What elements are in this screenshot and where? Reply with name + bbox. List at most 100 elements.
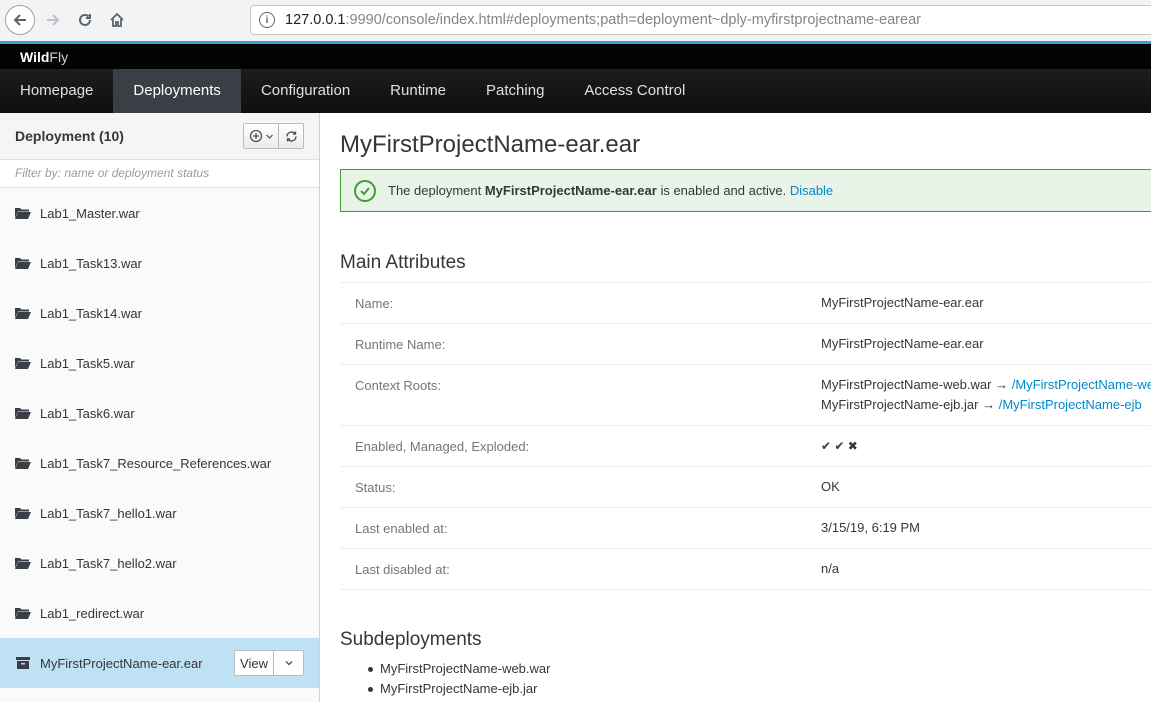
attr-value: MyFirstProjectName-ear.ear: [821, 336, 984, 351]
browser-toolbar: i 127.0.0.1:9990/console/index.html#depl…: [0, 0, 1151, 41]
attr-row-status: Status: OK: [340, 467, 1151, 508]
archive-icon: [16, 657, 30, 669]
deployment-label: Lab1_Task7_hello2.war: [40, 555, 177, 571]
folder-open-icon: [15, 308, 31, 319]
deployment-detail: MyFirstProjectName-ear.ear The deploymen…: [320, 113, 1151, 702]
address-bar[interactable]: i 127.0.0.1:9990/console/index.html#depl…: [250, 5, 1151, 35]
plus-circle-icon: [249, 129, 262, 143]
attr-value: MyFirstProjectName-ear.ear: [821, 295, 984, 310]
context-root-line: MyFirstProjectName-ejb.jar → /MyFirstPro…: [821, 395, 1151, 415]
attr-label: Name:: [355, 296, 394, 311]
deployment-item[interactable]: Lab1_Task6.war: [0, 388, 319, 438]
folder-open-icon: [15, 258, 31, 269]
attr-label: Runtime Name:: [355, 337, 446, 352]
context-module: MyFirstProjectName-web.war: [821, 377, 992, 392]
reload-icon: [79, 13, 91, 26]
view-button[interactable]: View: [234, 650, 274, 676]
reload-button[interactable]: [70, 5, 100, 35]
forward-icon: [47, 14, 60, 26]
attr-row-name: Name: MyFirstProjectName-ear.ear: [340, 283, 1151, 324]
attr-value: 3/15/19, 6:19 PM: [821, 520, 921, 535]
alert-suffix: is enabled and active.: [656, 183, 790, 198]
attr-label: Enabled, Managed, Exploded:: [355, 439, 530, 454]
disable-link[interactable]: Disable: [790, 183, 833, 198]
flags-icons: ✔ ✔ ✖: [821, 439, 858, 453]
info-icon[interactable]: i: [259, 12, 275, 28]
context-root-link[interactable]: /MyFirstProjectName-web: [1012, 377, 1151, 392]
deployment-label: Lab1_Master.war: [40, 205, 140, 221]
forward-button[interactable]: [38, 5, 68, 35]
context-module: MyFirstProjectName-ejb.jar: [821, 397, 979, 412]
subdeployment-item: MyFirstProjectName-web.war: [368, 659, 550, 679]
attr-label: Context Roots:: [355, 378, 441, 393]
deployment-label: Lab1_Task7_hello1.war: [40, 505, 177, 521]
folder-open-icon: [15, 408, 31, 419]
nav-deployments[interactable]: Deployments: [113, 69, 241, 113]
check-circle-icon: [354, 179, 376, 202]
folder-open-icon: [15, 558, 31, 569]
nav-runtime[interactable]: Runtime: [370, 69, 466, 113]
sidebar-header: Deployment (10): [0, 113, 319, 160]
deployment-item[interactable]: Lab1_Master.war: [0, 188, 319, 238]
attr-value: n/a: [821, 561, 840, 576]
home-icon: [110, 12, 124, 27]
success-alert: The deployment MyFirstProjectName-ear.ea…: [340, 169, 1151, 212]
deployment-label: Lab1_Task5.war: [40, 355, 135, 371]
nav-configuration[interactable]: Configuration: [241, 69, 370, 113]
item-actions-dropdown[interactable]: [274, 650, 304, 676]
page-title: MyFirstProjectName-ear.ear: [340, 131, 641, 158]
filter-input[interactable]: Filter by: name or deployment status: [0, 160, 319, 188]
folder-open-icon: [15, 358, 31, 369]
chevron-down-icon: [265, 134, 273, 139]
refresh-button[interactable]: [279, 123, 304, 149]
deployment-label: Lab1_Task14.war: [40, 305, 142, 321]
arrow-icon: →: [995, 377, 1009, 392]
deployment-list: Lab1_Master.war Lab1_Task13.war Lab1_Tas…: [0, 188, 319, 688]
attr-row-flags: Enabled, Managed, Exploded: ✔ ✔ ✖: [340, 426, 1151, 467]
nav-access-control[interactable]: Access Control: [564, 69, 705, 113]
deployment-label: Lab1_Task7_Resource_References.war: [40, 455, 272, 471]
deployment-item[interactable]: Lab1_Task7_hello2.war: [0, 538, 319, 588]
nav-patching[interactable]: Patching: [466, 69, 564, 113]
attr-row-last-disabled: Last disabled at: n/a: [340, 549, 1151, 590]
deployment-label: Lab1_Task6.war: [40, 405, 135, 421]
brand-bar: WildFly: [0, 44, 1151, 69]
sidebar-title: Deployment (10): [15, 128, 124, 144]
refresh-icon: [285, 130, 297, 142]
subdeployment-item: MyFirstProjectName-ejb.jar: [368, 679, 550, 699]
back-button[interactable]: [5, 5, 35, 35]
deployment-item[interactable]: Lab1_Task14.war: [0, 288, 319, 338]
folder-open-icon: [15, 508, 31, 519]
deployment-item-selected[interactable]: MyFirstProjectName-ear.ear View: [0, 638, 319, 688]
deployment-item[interactable]: Lab1_Task5.war: [0, 338, 319, 388]
folder-open-icon: [15, 458, 31, 469]
subdeployments-list: MyFirstProjectName-web.war MyFirstProjec…: [368, 659, 550, 699]
nav-homepage[interactable]: Homepage: [0, 69, 113, 113]
home-button[interactable]: [102, 5, 132, 35]
deployment-item[interactable]: Lab1_Task13.war: [0, 238, 319, 288]
attr-value: OK: [821, 479, 840, 494]
attr-label: Status:: [355, 480, 396, 495]
context-root-line: MyFirstProjectName-web.war → /MyFirstPro…: [821, 375, 1151, 395]
main-attributes-title: Main Attributes: [340, 252, 466, 273]
folder-open-icon: [15, 208, 31, 219]
deployment-sidebar: Deployment (10) Filter by: name or deplo…: [0, 113, 320, 702]
deployment-item[interactable]: Lab1_Task7_Resource_References.war: [0, 438, 319, 488]
alert-deployment-name: MyFirstProjectName-ear.ear: [484, 183, 657, 198]
chevron-down-icon: [285, 661, 292, 666]
attr-value: MyFirstProjectName-web.war → /MyFirstPro…: [821, 375, 1151, 425]
add-deployment-button[interactable]: [243, 123, 279, 149]
deployment-item[interactable]: Lab1_redirect.war: [0, 588, 319, 638]
subdeployments-title: Subdeployments: [340, 629, 482, 650]
url-host: 127.0.0.1: [285, 12, 346, 28]
attr-label: Last enabled at:: [355, 521, 448, 536]
deployment-item[interactable]: Lab1_Task7_hello1.war: [0, 488, 319, 538]
url-path: :9990/console/index.html#deployments;pat…: [345, 12, 921, 28]
back-icon: [13, 14, 26, 26]
context-root-link[interactable]: /MyFirstProjectName-ejb: [999, 397, 1142, 412]
brand-logo-wild: Wild: [20, 49, 50, 65]
deployment-label: Lab1_Task13.war: [40, 255, 142, 271]
folder-open-icon: [15, 608, 31, 619]
attributes-table: Name: MyFirstProjectName-ear.ear Runtime…: [340, 282, 1151, 590]
arrow-icon: →: [982, 397, 996, 412]
